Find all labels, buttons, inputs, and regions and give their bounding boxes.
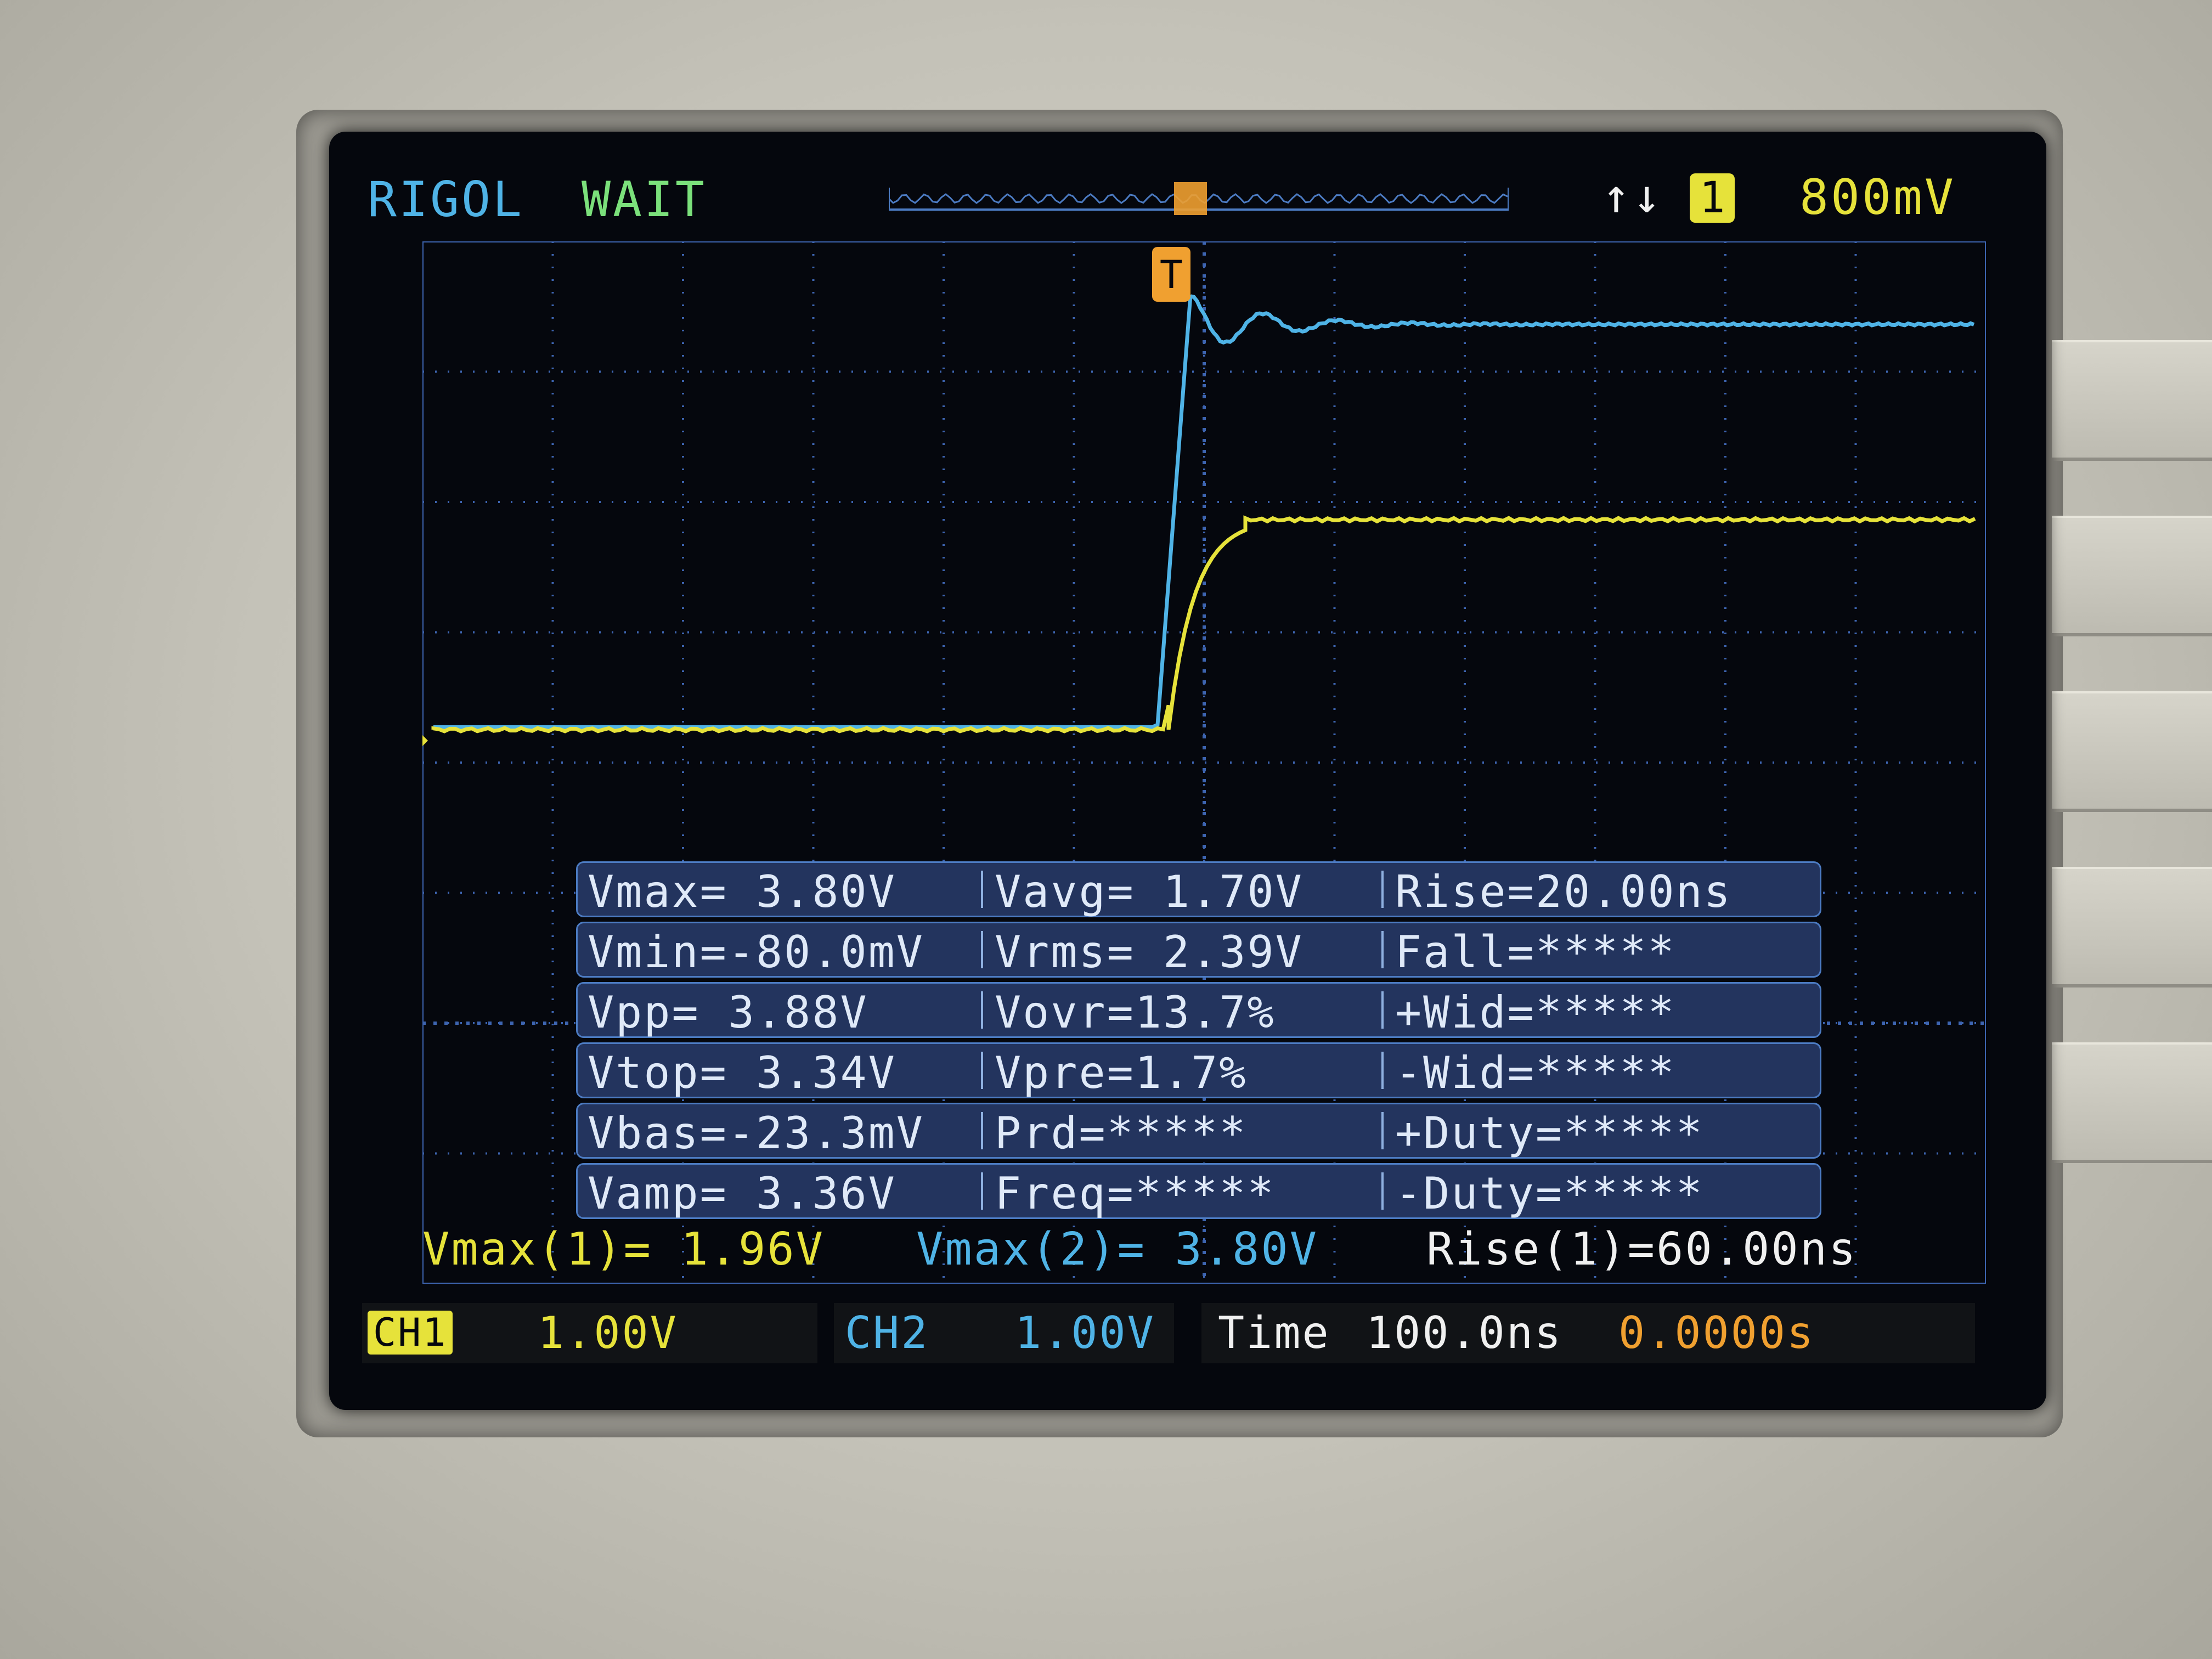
measurement-cell: Vovr=13.7% — [995, 987, 1276, 1038]
measurement-cell: -Wid=***** — [1395, 1047, 1676, 1098]
trigger-marker-label: T — [1160, 252, 1183, 297]
measurement-separator — [1381, 991, 1384, 1029]
timebase-box[interactable]: Time 100.0ns 0.0000s — [1201, 1303, 1975, 1363]
time-div: 100.0ns — [1366, 1307, 1563, 1358]
measurement-cell: -Duty=***** — [1395, 1168, 1704, 1219]
measurement-separator — [981, 871, 983, 908]
ch1-volts-div: 1.00V — [538, 1307, 678, 1358]
quick-measurement-3: Rise(1)=60.00ns — [1426, 1223, 1858, 1276]
measurement-separator — [981, 1112, 983, 1149]
measurement-row: Vpp= 3.88V Vovr=13.7% +Wid=***** — [576, 982, 1821, 1038]
measurement-row: Vmin=-80.0mV Vrms= 2.39V Fall=***** — [576, 922, 1821, 978]
measurement-cell: Vmin=-80.0mV — [588, 927, 924, 978]
measurement-cell: Rise=20.00ns — [1395, 866, 1732, 917]
measurement-cell: Vpp= 3.88V — [588, 987, 868, 1038]
softkey-5[interactable] — [2052, 1042, 2212, 1163]
memory-window-marker — [1174, 182, 1207, 215]
measurement-cell: Fall=***** — [1395, 927, 1676, 978]
measurement-table: Vmax= 3.80V Vavg= 1.70V Rise=20.00ns Vmin=-… — [576, 861, 1821, 1223]
measurement-row: Vmax= 3.80V Vavg= 1.70V Rise=20.00ns — [576, 861, 1821, 917]
rise-fall-arrows-icon: ↑↓ — [1602, 169, 1663, 224]
trigger-level: 800mV — [1799, 169, 1956, 225]
measurement-separator — [981, 991, 983, 1029]
measurement-cell: Prd=***** — [995, 1108, 1248, 1159]
measurement-cell: Vmax= 3.80V — [588, 866, 896, 917]
softkey-4[interactable] — [2052, 867, 2212, 988]
measurement-separator — [981, 1052, 983, 1089]
measurement-separator — [1381, 871, 1384, 908]
trigger-offset: 0.0000s — [1618, 1307, 1815, 1358]
ch2-scale-box[interactable]: CH2 1.00V — [834, 1303, 1174, 1363]
memory-depth-indicator — [889, 182, 1509, 215]
status-bar: CH1 1.00V CH2 1.00V Time 100.0ns 0.0000s — [362, 1303, 2013, 1369]
trigger-source-badge: 1 — [1690, 173, 1735, 223]
ch1-scale-box[interactable]: CH1 1.00V — [362, 1303, 817, 1363]
scope-display: RIGOL WAIT ↑↓ 1 800mV T 1 Vmax= 3.80VVav… — [329, 132, 2046, 1410]
measurement-separator — [1381, 1052, 1384, 1089]
ch2-label: CH2 — [845, 1307, 929, 1358]
ch2-waveform — [433, 294, 1975, 730]
measurement-cell: Vbas=-23.3mV — [588, 1108, 924, 1159]
softkey-column — [2052, 340, 2212, 1383]
ch2-volts-div: 1.00V — [1015, 1307, 1155, 1358]
softkey-1[interactable] — [2052, 340, 2212, 461]
measurement-separator — [981, 931, 983, 968]
measurement-cell: Vtop= 3.34V — [588, 1047, 896, 1098]
measurement-cell: +Duty=***** — [1395, 1108, 1704, 1159]
quick-measurement-2: Vmax(2)= 3.80V — [916, 1223, 1319, 1276]
softkey-3[interactable] — [2052, 691, 2212, 812]
measurement-cell: +Wid=***** — [1395, 987, 1676, 1038]
quick-measurements: Vmax(1)= 1.96V Vmax(2)= 3.80V Rise(1)=60… — [422, 1223, 1986, 1284]
measurement-cell: Freq=***** — [995, 1168, 1276, 1219]
measurement-cell: Vpre=1.7% — [995, 1047, 1248, 1098]
measurement-cell: Vrms= 2.39V — [995, 927, 1304, 978]
measurement-cell: Vamp= 3.36V — [588, 1168, 896, 1219]
acquisition-status: WAIT — [582, 171, 707, 228]
time-label: Time — [1218, 1307, 1330, 1358]
measurement-row: Vamp= 3.36V Freq=***** -Duty=***** — [576, 1163, 1821, 1219]
measurement-separator — [1381, 931, 1384, 968]
measurement-row: Vbas=-23.3mV Prd=***** +Duty=***** — [576, 1103, 1821, 1159]
measurement-row: Vtop= 3.34V Vpre=1.7% -Wid=***** — [576, 1042, 1821, 1098]
measurement-separator — [981, 1172, 983, 1210]
measurement-separator — [1381, 1172, 1384, 1210]
brand-logo: RIGOL — [368, 171, 524, 228]
trigger-position-marker: T — [1152, 247, 1190, 302]
ch1-label: CH1 — [368, 1311, 453, 1355]
measurement-separator — [1381, 1112, 1384, 1149]
measurement-cell: Vavg= 1.70V — [995, 866, 1304, 917]
quick-measurement-1: Vmax(1)= 1.96V — [422, 1223, 825, 1276]
softkey-2[interactable] — [2052, 516, 2212, 636]
